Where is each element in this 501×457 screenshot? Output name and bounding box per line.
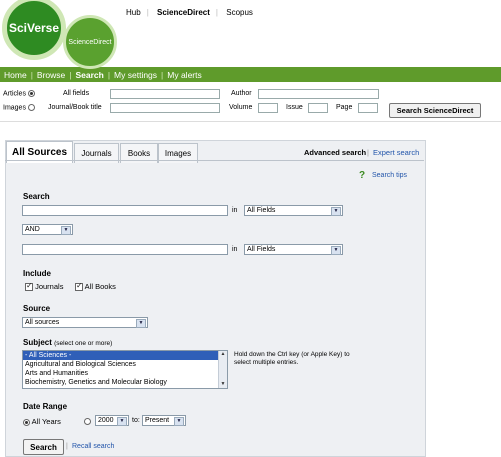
subject-listbox[interactable]: - All Sciences - Agricultural and Biolog… <box>22 350 228 389</box>
sciencedirect-link[interactable]: ScienceDirect <box>157 8 210 17</box>
search-heading: Search <box>23 192 50 201</box>
sciverse-logo[interactable]: SciVerse <box>2 0 66 60</box>
operator-select[interactable]: AND ▼ <box>22 224 73 235</box>
date-range-heading: Date Range <box>23 402 68 411</box>
subject-heading-text: Subject <box>23 338 52 347</box>
chevron-down-icon: ▼ <box>136 319 146 328</box>
to-year-select[interactable]: Present ▼ <box>142 415 186 426</box>
expert-search-link[interactable]: Expert search <box>373 148 419 157</box>
search-term-1-input[interactable] <box>22 205 228 216</box>
list-item[interactable]: - All Sciences - <box>23 351 227 360</box>
all-years-option[interactable]: All Years <box>23 417 61 426</box>
question-icon: ? <box>359 170 366 181</box>
all-fields-input[interactable] <box>110 89 220 99</box>
divider: | <box>66 443 68 450</box>
author-input[interactable] <box>258 89 379 99</box>
operator-value: AND <box>25 226 40 233</box>
list-item[interactable]: Arts and Humanities <box>23 369 227 378</box>
images-label: Images <box>3 104 26 112</box>
year-range-radio[interactable] <box>84 418 91 426</box>
advanced-search-label: Advanced search <box>304 148 367 157</box>
sciverse-logo-text: SciVerse <box>8 21 60 35</box>
to-year-value: Present <box>145 417 170 424</box>
volume-label: Volume <box>229 104 253 111</box>
chevron-up-icon[interactable]: ▲ <box>219 351 227 358</box>
recall-search-link[interactable]: Recall search <box>72 443 114 450</box>
year-range-option[interactable] <box>84 417 91 426</box>
source-value: All sources <box>25 319 60 326</box>
all-years-radio[interactable] <box>23 418 30 426</box>
in-label: in <box>232 246 238 253</box>
field-1-value: All Fields <box>247 207 276 214</box>
articles-radio[interactable] <box>27 90 35 97</box>
field-2-select[interactable]: All Fields ▼ <box>244 244 343 255</box>
from-year-value: 2000 <box>98 417 114 424</box>
journal-book-title-input[interactable] <box>110 103 220 113</box>
search-tips-link[interactable]: Search tips <box>372 172 407 179</box>
include-heading: Include <box>23 269 52 278</box>
journals-label: Journals <box>35 282 64 291</box>
list-item[interactable]: Agricultural and Biological Sciences <box>23 360 227 369</box>
images-radio[interactable] <box>27 104 35 111</box>
chevron-down-icon: ▼ <box>117 417 127 426</box>
issue-label: Issue <box>286 104 303 111</box>
search-term-2-input[interactable] <box>22 244 228 255</box>
main-nav: Home | Browse | Search | My settings | My al… <box>0 67 501 82</box>
nav-my-settings[interactable]: My settings <box>110 70 161 80</box>
source-heading: Source <box>23 304 51 313</box>
all-fields-label: All fields <box>63 90 90 97</box>
from-year-select[interactable]: 2000 ▼ <box>95 415 129 426</box>
scrollbar[interactable]: ▲ ▼ <box>218 351 227 388</box>
nav-my-alerts[interactable]: My alerts <box>163 70 205 80</box>
chevron-down-icon: ▼ <box>331 246 341 255</box>
field-2-value: All Fields <box>247 246 276 253</box>
page-input[interactable] <box>358 103 378 113</box>
list-item[interactable]: Biochemistry, Genetics and Molecular Bio… <box>23 378 227 387</box>
chevron-down-icon: ▼ <box>174 417 184 426</box>
search-button[interactable]: Search <box>23 439 64 455</box>
chevron-down-icon: ▼ <box>61 226 71 235</box>
top-links: Hub | ScienceDirect | Scopus <box>126 8 259 17</box>
hub-link[interactable]: Hub <box>126 8 141 17</box>
nav-home[interactable]: Home <box>0 70 31 80</box>
divider: | <box>367 148 369 157</box>
journal-book-title-label: Journal/Book title <box>48 104 102 111</box>
author-label: Author <box>231 90 252 97</box>
subject-note: (select one or more) <box>54 340 113 347</box>
divider: | <box>215 8 218 17</box>
journals-checkbox[interactable] <box>25 281 33 292</box>
issue-input[interactable] <box>308 103 328 113</box>
images-option[interactable]: Images <box>3 104 35 111</box>
all-books-checkbox[interactable] <box>75 281 83 292</box>
subject-heading: Subject (select one or more) <box>23 338 112 347</box>
to-label: to: <box>132 417 140 424</box>
sciencedirect-logo-text: ScienceDirect <box>68 38 112 46</box>
source-select[interactable]: All sources ▼ <box>22 317 148 328</box>
nav-browse[interactable]: Browse <box>33 70 69 80</box>
articles-option[interactable]: Articles <box>3 90 35 97</box>
page-label: Page <box>336 104 353 111</box>
all-books-option[interactable]: All Books <box>75 281 116 292</box>
header-divider <box>0 121 501 122</box>
subject-hint: Hold down the Ctrl key (or Apple Key) to… <box>234 351 350 366</box>
search-panel <box>5 140 426 457</box>
search-sciencedirect-button[interactable]: Search ScienceDirect <box>389 103 481 118</box>
nav-search[interactable]: Search <box>71 70 107 80</box>
divider: | <box>146 8 149 17</box>
tab-underline <box>5 160 424 161</box>
volume-input[interactable] <box>258 103 278 113</box>
all-years-label: All Years <box>31 417 61 426</box>
chevron-down-icon: ▼ <box>331 207 341 216</box>
field-1-select[interactable]: All Fields ▼ <box>244 205 343 216</box>
all-books-label: All Books <box>84 282 116 291</box>
sciencedirect-logo[interactable]: ScienceDirect <box>63 15 117 69</box>
scopus-link[interactable]: Scopus <box>226 8 253 17</box>
chevron-down-icon[interactable]: ▼ <box>219 381 227 388</box>
articles-label: Articles <box>3 90 26 98</box>
in-label: in <box>232 207 238 214</box>
journals-option[interactable]: Journals <box>25 281 64 292</box>
